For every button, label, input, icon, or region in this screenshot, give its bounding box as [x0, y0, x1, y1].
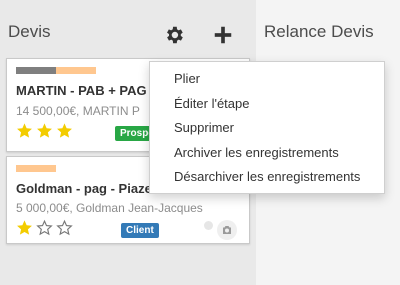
card-subtitle: 14 500,00€, MARTIN P	[16, 104, 140, 118]
avatar[interactable]	[217, 220, 237, 240]
card-title: MARTIN - PAB + PAG	[16, 83, 147, 98]
gear-icon	[167, 26, 183, 44]
progress-segment	[16, 165, 56, 172]
star-icon[interactable]	[16, 219, 33, 236]
star-icon[interactable]	[36, 219, 53, 236]
menu-item-edit-stage[interactable]: Éditer l'étape	[150, 92, 384, 117]
column-settings-button[interactable]	[163, 24, 185, 46]
star-icon[interactable]	[56, 219, 73, 236]
column-title-devis: Devis	[8, 22, 51, 41]
progress-segment	[56, 67, 96, 74]
activity-status-dot[interactable]	[204, 221, 213, 230]
menu-item-archive-records[interactable]: Archiver les enregistrements	[150, 141, 384, 166]
menu-item-unarchive-records[interactable]: Désarchiver les enregistrements	[150, 165, 384, 190]
card-subtitle: 5 000,00€, Goldman Jean-Jacques	[16, 201, 203, 215]
star-icon[interactable]	[56, 122, 73, 139]
activity-progress-bar	[16, 165, 56, 172]
status-badge: Client	[121, 223, 159, 238]
activity-progress-bar	[16, 67, 96, 74]
menu-item-delete[interactable]: Supprimer	[150, 116, 384, 141]
plus-icon	[214, 26, 232, 44]
camera-icon	[223, 226, 231, 234]
star-icon[interactable]	[36, 122, 53, 139]
progress-segment	[16, 67, 56, 74]
priority-stars	[16, 219, 73, 236]
star-icon[interactable]	[16, 122, 33, 139]
priority-stars	[16, 122, 73, 139]
column-menu: Plier Éditer l'étape Supprimer Archiver …	[149, 61, 385, 194]
add-card-button[interactable]	[212, 24, 234, 46]
column-title-relance: Relance Devis	[264, 22, 374, 41]
menu-item-fold[interactable]: Plier	[150, 67, 384, 92]
